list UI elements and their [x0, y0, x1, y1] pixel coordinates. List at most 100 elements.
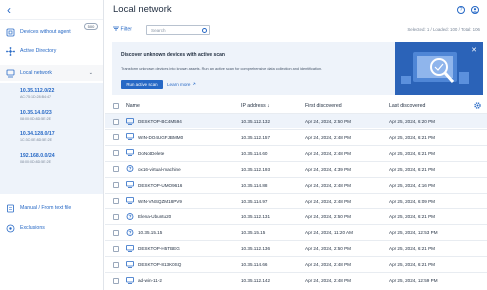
unknown-device-icon [126, 165, 134, 173]
table-row[interactable]: WIN-VNSQZM18PV9 10.35.114.97 Apr 24, 2024,… [105, 192, 487, 208]
row-checkbox[interactable] [113, 229, 119, 236]
row-checkbox[interactable] [113, 134, 119, 141]
search-icon[interactable] [202, 27, 207, 33]
computer-icon [126, 244, 134, 252]
table-row[interactable]: DoNotDelete 10.35.114.60 Apr 24, 2024, 2:4… [105, 144, 487, 160]
first-discovered: Apr 24, 2024, 4:39 PM [305, 166, 351, 172]
subnet-item[interactable]: 10.35.14.0/23 08:00:0D:8D:5E:2E [20, 110, 100, 121]
subnet-mac: AC:75:1D:28:B4:47 [20, 95, 51, 99]
row-checkbox[interactable] [113, 182, 119, 189]
sidebar-item-local-network[interactable]: Local network ⌄ [0, 65, 103, 81]
row-checkbox[interactable] [113, 150, 119, 157]
device-ip: 10.35.15.15 [241, 230, 266, 236]
search-placeholder: Search [151, 28, 166, 33]
first-discovered: Apr 24, 2024, 2:48 PM [305, 182, 351, 188]
device-ip: 10.35.114.60 [241, 150, 268, 156]
row-checkbox[interactable] [113, 245, 119, 252]
sidebar-item-label: Exclusions [20, 225, 45, 231]
chevron-down-icon[interactable]: ⌄ [89, 70, 93, 76]
device-name[interactable]: DESKTOP-813K0SQ [138, 262, 181, 267]
row-checkbox[interactable] [113, 213, 119, 220]
table-row[interactable]: DESKTOP-813K0SQ 10.35.114.66 Apr 24, 2024,… [105, 256, 487, 271]
banner-title: Discover unknown devices with active sca… [121, 52, 225, 58]
last-discovered: Apr 25, 2024, 6:20 PM [389, 119, 435, 124]
manual-file-icon [6, 204, 15, 213]
device-name[interactable]: 10.35.15.15 [138, 230, 162, 235]
row-checkbox[interactable] [113, 166, 119, 173]
last-discovered: Apr 25, 2024, 6:09 PM [389, 198, 435, 204]
column-header-name[interactable]: Name [126, 103, 140, 109]
table-row[interactable]: DESKTOP-UMO9616 10.35.114.88 Apr 24, 2024,… [105, 176, 487, 192]
back-chevron-left-icon[interactable]: ‹ [7, 4, 11, 16]
device-count-badge: 500 [84, 23, 98, 30]
computer-icon [126, 133, 134, 141]
gear-icon[interactable] [474, 102, 481, 109]
device-ip: 10.35.112.132 [241, 119, 271, 124]
device-name[interactable]: ad-win-11-2 [138, 278, 162, 283]
select-all-checkbox[interactable] [113, 103, 119, 109]
column-header-last-discovered[interactable]: Last discovered [389, 103, 425, 109]
help-icon[interactable]: ? [457, 6, 465, 14]
column-header-first-discovered[interactable]: First discovered [305, 103, 342, 109]
sidebar-item-devices-without-agent[interactable]: Devices without agent 500 [0, 23, 103, 38]
top-bar: Local network ? [105, 0, 487, 20]
device-ip: 10.35.114.97 [241, 198, 268, 204]
column-header-ip[interactable]: IP address ↓ [241, 103, 270, 109]
column-header-label: IP address [241, 103, 266, 109]
table-row[interactable]: DESKTOP-BC4M594 10.35.112.132 Apr 24, 2024… [105, 113, 487, 128]
row-checkbox[interactable] [113, 118, 119, 125]
subnet-mac: 1C:3C:0E:8D:5E:2E [20, 138, 52, 142]
sidebar-item-label: Local network [20, 70, 53, 76]
table-row[interactable]: WIN-DO4UGFJBMM0 10.35.112.157 Apr 24, 2024… [105, 128, 487, 144]
first-discovered: Apr 24, 2024, 2:50 PM [305, 246, 351, 252]
computer-icon [126, 149, 134, 157]
subnet-item[interactable]: 192.168.0.0/24 08:00:0D:8D:5E:2E [20, 153, 100, 164]
table-row[interactable]: Elena-Ubuntu20 10.35.112.131 Apr 24, 2024,… [105, 208, 487, 223]
filter-button[interactable]: Filter [113, 26, 132, 33]
subnet-ip: 192.168.0.0/24 [20, 153, 55, 159]
device-name[interactable]: ox16-virtual-machine [138, 167, 181, 172]
local-network-icon [6, 69, 15, 78]
first-discovered: Apr 24, 2024, 2:50 PM [305, 214, 351, 220]
sidebar-item-exclusions[interactable]: Exclusions [0, 222, 103, 234]
sidebar-item-label: Active Directory [20, 48, 57, 54]
sidebar-item-active-directory[interactable]: Active Directory [0, 45, 103, 57]
run-active-scan-button[interactable]: Run active scan [121, 80, 163, 89]
last-discovered: Apr 25, 2024, 6:21 PM [389, 262, 435, 268]
device-name[interactable]: WIN-VNSQZM18PV9 [138, 199, 182, 204]
row-checkbox[interactable] [113, 198, 119, 204]
device-ip: 10.35.112.142 [241, 278, 271, 283]
close-icon[interactable]: ✕ [470, 47, 478, 55]
active-scan-banner: Discover unknown devices with active sca… [112, 42, 483, 95]
first-discovered: Apr 24, 2024, 2:48 PM [305, 198, 351, 204]
device-name[interactable]: DESKTOP-BC4M594 [138, 119, 182, 124]
subnet-list: 10.35.112.0/22 AC:75:1D:28:B4:47 10.35.1… [0, 83, 103, 194]
last-discovered: Apr 25, 2024, 6:21 PM [389, 246, 435, 252]
sidebar-item-manual-file[interactable]: Manual / From text file [0, 202, 103, 214]
page-title: Local network [113, 4, 172, 15]
device-name[interactable]: DoNotDelete [138, 151, 164, 156]
first-discovered: Apr 24, 2024, 2:48 PM [305, 150, 351, 156]
first-discovered: Apr 24, 2024, 11:20 AM [305, 230, 353, 236]
table-row[interactable]: DESKTOP-H5TBEG 10.35.112.136 Apr 24, 2024,… [105, 240, 487, 255]
user-icon[interactable] [471, 6, 479, 14]
last-discovered: Apr 25, 2024, 4:16 PM [389, 182, 435, 188]
sidebar-item-label: Devices without agent [20, 29, 71, 35]
row-checkbox[interactable] [113, 277, 119, 284]
table-row[interactable]: 10.35.15.15 10.35.15.15 Apr 24, 2024, 11:2… [105, 224, 487, 239]
device-name[interactable]: DESKTOP-H5TBEG [138, 246, 180, 251]
subnet-item[interactable]: 10.34.128.0/17 1C:3C:0E:8D:5E:2E [20, 131, 100, 142]
device-name[interactable]: Elena-Ubuntu20 [138, 214, 171, 219]
sidebar-header: ‹ [0, 0, 103, 20]
subnet-item[interactable]: 10.35.112.0/22 AC:75:1D:28:B4:47 [20, 88, 100, 99]
device-name[interactable]: WIN-DO4UGFJBMM0 [138, 135, 183, 140]
search-input[interactable]: Search [146, 25, 210, 35]
table-row[interactable]: ox16-virtual-machine 10.35.112.193 Apr 24,… [105, 160, 487, 176]
unknown-device-icon [126, 228, 134, 236]
row-checkbox[interactable] [113, 261, 119, 268]
table-row[interactable]: ad-win-11-2 10.35.112.142 Apr 24, 2024, 2:… [105, 272, 487, 287]
learn-more-link[interactable]: Learn more [167, 82, 196, 87]
sidebar-item-label: Manual / From text file [20, 205, 72, 211]
last-discovered: Apr 25, 2024, 6:21 PM [389, 150, 435, 156]
device-name[interactable]: DESKTOP-UMO9616 [138, 183, 182, 188]
